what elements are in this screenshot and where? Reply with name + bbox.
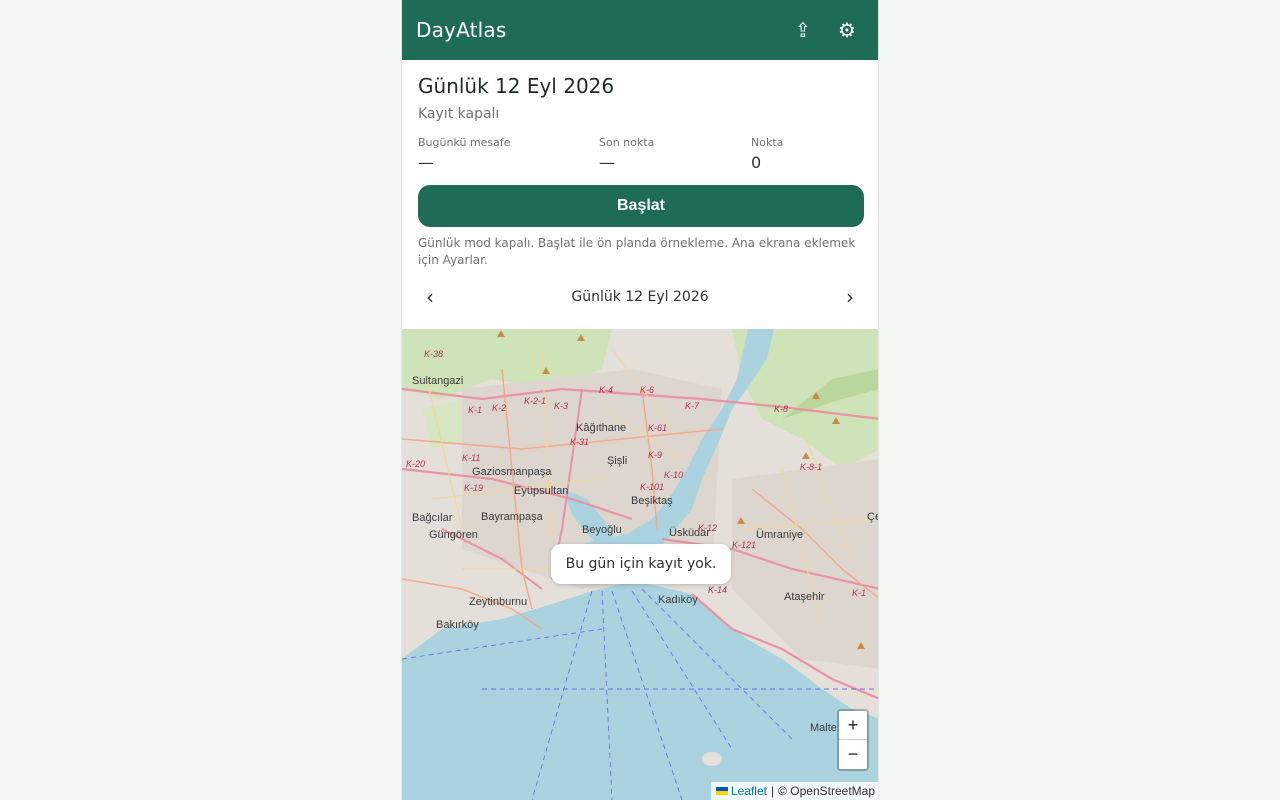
stat-value: 0 xyxy=(751,153,762,172)
map-place-label: Bağcılar xyxy=(412,512,453,524)
previous-day-button[interactable]: ‹ xyxy=(420,285,440,309)
map-place-label: Ataşehir xyxy=(784,591,825,603)
zoom-in-button[interactable]: + xyxy=(839,711,867,740)
osm-attribution[interactable]: © OpenStreetMap xyxy=(778,784,875,798)
map-place-label: Zeytinburnu xyxy=(469,596,528,608)
map-view[interactable]: Sultangazi Kâğıthane Şişli Gaziosmanpaşa… xyxy=(402,329,878,800)
app-title: DayAtlas xyxy=(416,18,507,42)
gear-icon[interactable]: ⚙ xyxy=(830,13,864,47)
map-place-label: Malte xyxy=(810,722,837,734)
leaflet-link-text: Leaflet xyxy=(730,784,767,798)
page-title: Günlük 12 Eyl 2026 xyxy=(418,74,615,98)
stat-label: Bugünkü mesafe xyxy=(418,136,511,149)
road-tag: K-20 xyxy=(406,459,426,469)
day-nav-label: Günlük 12 Eyl 2026 xyxy=(571,289,709,305)
road-tag: K-38 xyxy=(424,349,444,359)
map-place-label: Beşiktaş xyxy=(631,495,673,507)
road-tag: K-101 xyxy=(640,482,665,492)
stat-value: — xyxy=(599,153,615,172)
road-tag: K-4 xyxy=(599,385,614,395)
empty-state-message: Bu gün için kayıt yok. xyxy=(551,544,731,584)
zoom-control: + − xyxy=(837,709,869,771)
stat-last-point: Son nokta — xyxy=(599,136,751,172)
map-place-label: Bakırköy xyxy=(436,619,479,631)
stat-distance: Bugünkü mesafe — xyxy=(418,136,599,172)
hint-text: Günlük mod kapalı. Başlat ile ön planda … xyxy=(418,236,856,267)
road-tag: K-2 xyxy=(492,403,507,413)
map-place-label: Bayrampaşa xyxy=(481,511,543,523)
road-tag: K-8 xyxy=(774,404,789,414)
map-place-label: Şişli xyxy=(607,455,628,467)
map-place-label: Gaziosmanpaşa xyxy=(472,466,552,478)
share-icon[interactable]: ⇪ xyxy=(786,13,820,47)
road-tag: K-8-1 xyxy=(800,462,823,472)
stats-row: Bugünkü mesafe — Son nokta — Nokta 0 xyxy=(418,136,862,172)
road-tag: K-14 xyxy=(708,585,728,595)
day-navigator: ‹ Günlük 12 Eyl 2026 › xyxy=(418,281,862,313)
road-tag: K-9 xyxy=(648,450,663,460)
road-tag: K-1 xyxy=(852,588,867,598)
map-place-label: Ümraniye xyxy=(756,529,804,541)
road-tag: K-61 xyxy=(648,423,668,433)
road-tag: K-11 xyxy=(462,453,481,463)
map-place-label: Çe xyxy=(867,511,878,523)
map-place-label: Kadıköy xyxy=(658,594,698,606)
ukraine-flag-icon xyxy=(715,787,728,795)
next-day-button[interactable]: › xyxy=(840,285,860,309)
road-tag: K-2-1 xyxy=(524,396,547,406)
stat-point-count: Nokta 0 xyxy=(751,136,783,172)
road-tag: K-1 xyxy=(468,405,483,415)
map-place-label: Kâğıthane xyxy=(576,422,627,434)
map-place-label: Beyoğlu xyxy=(582,524,622,536)
zoom-out-button[interactable]: − xyxy=(839,740,867,769)
attribution-separator: | xyxy=(770,784,775,798)
app-shell: DayAtlas ⇪ ⚙ Günlük 12 Eyl 2026 Kayıt ka… xyxy=(401,0,879,800)
road-tag: K-10 xyxy=(664,470,684,480)
map-place-label: Sultangazi xyxy=(412,375,464,387)
map-place-label: Eyüpsultan xyxy=(514,485,569,497)
road-tag: K-6 xyxy=(640,385,655,395)
start-button[interactable]: Başlat xyxy=(418,185,864,227)
road-tag: K-19 xyxy=(464,483,484,493)
road-tag: K-121 xyxy=(732,540,757,550)
stat-label: Nokta xyxy=(751,136,784,149)
road-tag: K-12 xyxy=(698,523,718,533)
recording-status: Kayıt kapalı xyxy=(418,106,500,122)
stat-value: — xyxy=(418,153,434,172)
day-panel: Günlük 12 Eyl 2026 Kayıt kapalı Bugünkü … xyxy=(402,60,878,313)
app-bar: DayAtlas ⇪ ⚙ xyxy=(402,0,878,60)
map-place-label: Güngören xyxy=(429,529,478,541)
leaflet-link[interactable]: Leaflet xyxy=(715,784,767,798)
road-tag: K-7 xyxy=(685,401,700,411)
stat-label: Son nokta xyxy=(599,136,655,149)
map-attribution: Leaflet | © OpenStreetMap xyxy=(710,782,878,800)
road-tag: K-3 xyxy=(554,401,569,411)
road-tag: K-31 xyxy=(570,437,590,447)
